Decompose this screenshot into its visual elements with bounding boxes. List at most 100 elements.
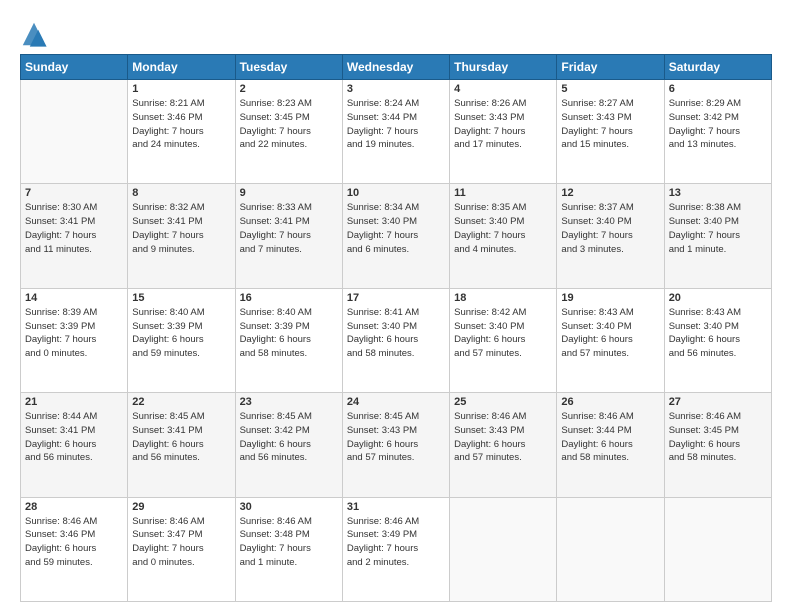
day-cell: 18 Sunrise: 8:42 AM Sunset: 3:40 PM Dayli… [450, 288, 557, 392]
day-number: 21 [25, 396, 123, 408]
day-number: 22 [132, 396, 230, 408]
day-info: Sunrise: 8:24 AM Sunset: 3:44 PM Dayligh… [347, 97, 445, 152]
day-cell: 9 Sunrise: 8:33 AM Sunset: 3:41 PM Daylig… [235, 184, 342, 288]
day-info: Sunrise: 8:37 AM Sunset: 3:40 PM Dayligh… [561, 201, 659, 256]
day-cell: 1 Sunrise: 8:21 AM Sunset: 3:46 PM Daylig… [128, 80, 235, 184]
calendar-table: SundayMondayTuesdayWednesdayThursdayFrid… [20, 54, 772, 602]
day-number: 31 [347, 501, 445, 513]
day-cell [21, 80, 128, 184]
day-number: 11 [454, 187, 552, 199]
day-cell: 8 Sunrise: 8:32 AM Sunset: 3:41 PM Daylig… [128, 184, 235, 288]
day-number: 27 [669, 396, 767, 408]
day-cell: 26Sunrise: 8:46 AM Sunset: 3:44 PM Dayli… [557, 393, 664, 497]
day-number: 9 [240, 187, 338, 199]
day-info: Sunrise: 8:44 AM Sunset: 3:41 PM Dayligh… [25, 410, 123, 465]
day-info: Sunrise: 8:43 AM Sunset: 3:40 PM Dayligh… [669, 306, 767, 361]
week-row-5: 28 Sunrise: 8:46 AM Sunset: 3:46 PM Dayli… [21, 497, 772, 601]
day-number: 7 [25, 187, 123, 199]
day-number: 3 [347, 83, 445, 95]
day-number: 25 [454, 396, 552, 408]
logo [20, 20, 52, 48]
day-info: Sunrise: 8:23 AM Sunset: 3:45 PM Dayligh… [240, 97, 338, 152]
day-info: Sunrise: 8:34 AM Sunset: 3:40 PM Dayligh… [347, 201, 445, 256]
day-cell: 13Sunrise: 8:38 AM Sunset: 3:40 PM Dayli… [664, 184, 771, 288]
day-cell [450, 497, 557, 601]
week-row-4: 21 Sunrise: 8:44 AM Sunset: 3:41 PM Dayli… [21, 393, 772, 497]
header [20, 16, 772, 48]
day-info: Sunrise: 8:41 AM Sunset: 3:40 PM Dayligh… [347, 306, 445, 361]
day-number: 20 [669, 292, 767, 304]
day-info: Sunrise: 8:46 AM Sunset: 3:46 PM Dayligh… [25, 515, 123, 570]
day-info: Sunrise: 8:29 AM Sunset: 3:42 PM Dayligh… [669, 97, 767, 152]
day-number: 12 [561, 187, 659, 199]
day-cell [664, 497, 771, 601]
day-number: 29 [132, 501, 230, 513]
day-number: 30 [240, 501, 338, 513]
day-info: Sunrise: 8:46 AM Sunset: 3:43 PM Dayligh… [454, 410, 552, 465]
day-cell: 10 Sunrise: 8:34 AM Sunset: 3:40 PM Dayli… [342, 184, 449, 288]
header-sunday: Sunday [21, 55, 128, 80]
day-info: Sunrise: 8:40 AM Sunset: 3:39 PM Dayligh… [240, 306, 338, 361]
day-cell: 16Sunrise: 8:40 AM Sunset: 3:39 PM Dayli… [235, 288, 342, 392]
day-cell: 15 Sunrise: 8:40 AM Sunset: 3:39 PM Dayli… [128, 288, 235, 392]
day-info: Sunrise: 8:40 AM Sunset: 3:39 PM Dayligh… [132, 306, 230, 361]
day-number: 4 [454, 83, 552, 95]
day-info: Sunrise: 8:46 AM Sunset: 3:45 PM Dayligh… [669, 410, 767, 465]
day-number: 10 [347, 187, 445, 199]
day-cell: 5Sunrise: 8:27 AM Sunset: 3:43 PM Daylig… [557, 80, 664, 184]
day-info: Sunrise: 8:21 AM Sunset: 3:46 PM Dayligh… [132, 97, 230, 152]
header-monday: Monday [128, 55, 235, 80]
logo-icon [20, 20, 48, 48]
day-number: 23 [240, 396, 338, 408]
day-cell: 28 Sunrise: 8:46 AM Sunset: 3:46 PM Dayli… [21, 497, 128, 601]
day-info: Sunrise: 8:45 AM Sunset: 3:43 PM Dayligh… [347, 410, 445, 465]
day-info: Sunrise: 8:32 AM Sunset: 3:41 PM Dayligh… [132, 201, 230, 256]
day-number: 24 [347, 396, 445, 408]
calendar-page: SundayMondayTuesdayWednesdayThursdayFrid… [0, 0, 792, 612]
day-cell [557, 497, 664, 601]
day-cell: 27 Sunrise: 8:46 AM Sunset: 3:45 PM Dayli… [664, 393, 771, 497]
day-info: Sunrise: 8:46 AM Sunset: 3:48 PM Dayligh… [240, 515, 338, 570]
day-cell: 2 Sunrise: 8:23 AM Sunset: 3:45 PM Daylig… [235, 80, 342, 184]
day-cell: 23 Sunrise: 8:45 AM Sunset: 3:42 PM Dayli… [235, 393, 342, 497]
day-cell: 12 Sunrise: 8:37 AM Sunset: 3:40 PM Dayli… [557, 184, 664, 288]
day-number: 1 [132, 83, 230, 95]
header-wednesday: Wednesday [342, 55, 449, 80]
day-cell: 21 Sunrise: 8:44 AM Sunset: 3:41 PM Dayli… [21, 393, 128, 497]
day-number: 8 [132, 187, 230, 199]
week-row-3: 14 Sunrise: 8:39 AM Sunset: 3:39 PM Dayli… [21, 288, 772, 392]
header-friday: Friday [557, 55, 664, 80]
day-cell: 25 Sunrise: 8:46 AM Sunset: 3:43 PM Dayli… [450, 393, 557, 497]
day-number: 17 [347, 292, 445, 304]
day-cell: 4 Sunrise: 8:26 AM Sunset: 3:43 PM Daylig… [450, 80, 557, 184]
day-info: Sunrise: 8:35 AM Sunset: 3:40 PM Dayligh… [454, 201, 552, 256]
day-info: Sunrise: 8:30 AM Sunset: 3:41 PM Dayligh… [25, 201, 123, 256]
day-info: Sunrise: 8:45 AM Sunset: 3:41 PM Dayligh… [132, 410, 230, 465]
day-info: Sunrise: 8:42 AM Sunset: 3:40 PM Dayligh… [454, 306, 552, 361]
day-number: 13 [669, 187, 767, 199]
day-cell: 7 Sunrise: 8:30 AM Sunset: 3:41 PM Daylig… [21, 184, 128, 288]
day-info: Sunrise: 8:26 AM Sunset: 3:43 PM Dayligh… [454, 97, 552, 152]
day-number: 14 [25, 292, 123, 304]
header-saturday: Saturday [664, 55, 771, 80]
week-row-2: 7 Sunrise: 8:30 AM Sunset: 3:41 PM Daylig… [21, 184, 772, 288]
day-info: Sunrise: 8:27 AM Sunset: 3:43 PM Dayligh… [561, 97, 659, 152]
day-info: Sunrise: 8:43 AM Sunset: 3:40 PM Dayligh… [561, 306, 659, 361]
day-number: 18 [454, 292, 552, 304]
day-number: 26 [561, 396, 659, 408]
calendar-header-row: SundayMondayTuesdayWednesdayThursdayFrid… [21, 55, 772, 80]
day-cell: 24 Sunrise: 8:45 AM Sunset: 3:43 PM Dayli… [342, 393, 449, 497]
day-number: 28 [25, 501, 123, 513]
day-cell: 6Sunrise: 8:29 AM Sunset: 3:42 PM Daylig… [664, 80, 771, 184]
day-info: Sunrise: 8:45 AM Sunset: 3:42 PM Dayligh… [240, 410, 338, 465]
day-number: 15 [132, 292, 230, 304]
day-cell: 17 Sunrise: 8:41 AM Sunset: 3:40 PM Dayli… [342, 288, 449, 392]
day-info: Sunrise: 8:39 AM Sunset: 3:39 PM Dayligh… [25, 306, 123, 361]
day-cell: 22 Sunrise: 8:45 AM Sunset: 3:41 PM Dayli… [128, 393, 235, 497]
day-info: Sunrise: 8:33 AM Sunset: 3:41 PM Dayligh… [240, 201, 338, 256]
day-cell: 3 Sunrise: 8:24 AM Sunset: 3:44 PM Daylig… [342, 80, 449, 184]
day-cell: 29Sunrise: 8:46 AM Sunset: 3:47 PM Dayli… [128, 497, 235, 601]
header-tuesday: Tuesday [235, 55, 342, 80]
day-number: 2 [240, 83, 338, 95]
day-cell: 20 Sunrise: 8:43 AM Sunset: 3:40 PM Dayli… [664, 288, 771, 392]
